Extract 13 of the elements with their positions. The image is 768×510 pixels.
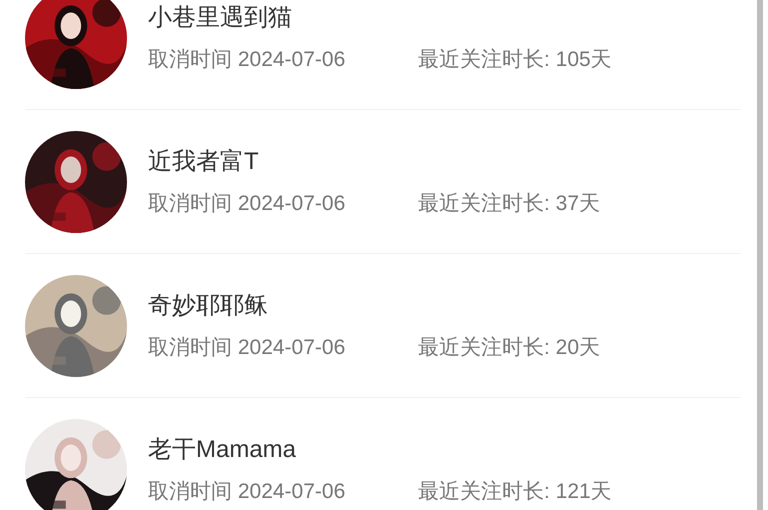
cancel-time: 取消时间 2024-07-06 — [148, 478, 346, 504]
user-name: 小巷里遇到猫 — [148, 2, 293, 32]
user-name: 近我者富T — [148, 146, 260, 176]
user-name: 老干Mamama — [148, 434, 298, 464]
follow-duration: 最近关注时长: 37天 — [418, 190, 600, 216]
follow-duration: 最近关注时长: 20天 — [418, 334, 600, 360]
cancel-time: 取消时间 2024-07-06 — [148, 334, 346, 360]
follow-duration: 最近关注时长: 105天 — [418, 46, 612, 72]
follow-duration: 最近关注时长: 121天 — [418, 478, 612, 504]
cancel-time: 取消时间 2024-07-06 — [148, 190, 346, 216]
cancel-time: 取消时间 2024-07-06 — [148, 46, 346, 72]
scroll-bar[interactable] — [757, 0, 763, 510]
user-name: 奇妙耶耶稣 — [148, 290, 269, 320]
